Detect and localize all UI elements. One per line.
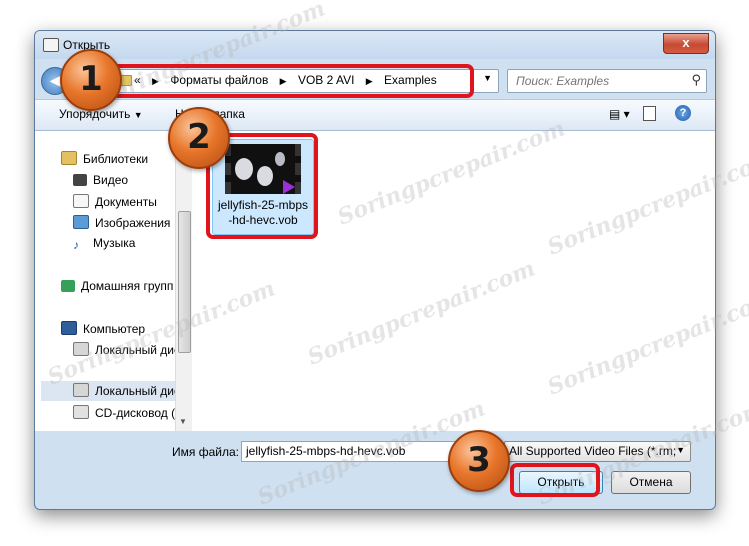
images-icon xyxy=(73,215,89,229)
nav-item-label: Компьютер xyxy=(83,322,146,336)
video-thumbnail xyxy=(225,144,301,194)
nav-item-images[interactable]: Изображения xyxy=(73,215,170,230)
nav-item-label: Домашняя групп xyxy=(81,279,174,293)
step-badge-2: 2 xyxy=(168,107,230,169)
local-disk-icon xyxy=(73,342,89,356)
file-name-line: jellyfish-25-mbps xyxy=(217,198,309,212)
breadcrumb-overflow[interactable]: « xyxy=(134,73,141,87)
dialog-footer: Имя файла: jellyfish-25-mbps-hd-hevc.vob… xyxy=(35,431,715,509)
search-input[interactable] xyxy=(514,73,683,89)
video-play-icon xyxy=(283,180,295,194)
jellyfish-shape xyxy=(275,152,285,166)
chevron-down-icon: ▼ xyxy=(676,445,685,455)
nav-item-label: Локальный дис xyxy=(95,343,175,357)
nav-item-local-disk-selected[interactable]: Локальный дис xyxy=(41,381,175,401)
nav-item-computer[interactable]: Компьютер xyxy=(61,321,145,336)
scrollbar-thumb[interactable] xyxy=(178,211,191,353)
toolbar: Упорядочить ▼ Новая папка ▤ ▾ ? xyxy=(35,99,715,131)
jellyfish-shape xyxy=(257,166,273,186)
video-icon xyxy=(73,174,87,186)
open-file-dialog: Открыть x ◀ « ▶ Форматы файлов ▶ VOB 2 A… xyxy=(34,30,716,510)
nav-item-label: Видео xyxy=(93,173,129,187)
content-area: Библиотеки Видео Документы Изображения ♪… xyxy=(35,131,715,431)
app-icon xyxy=(43,38,59,52)
nav-item-libraries[interactable]: Библиотеки xyxy=(61,151,148,166)
breadcrumb-item[interactable]: Examples xyxy=(384,73,437,87)
nav-item-label: Изображения xyxy=(95,216,171,230)
nav-item-label: CD-дисковод (H xyxy=(95,406,175,420)
chevron-down-icon: ▼ xyxy=(133,110,143,120)
nav-item-video[interactable]: Видео xyxy=(73,173,128,187)
file-name-line: -hd-hevc.vob xyxy=(228,213,298,227)
music-icon: ♪ xyxy=(73,238,87,252)
file-type-select[interactable]: All Supported Video Files (*.rm; ▼ xyxy=(504,441,691,462)
chevron-right-icon[interactable]: ▶ xyxy=(358,76,381,87)
breadcrumb: « ▶ Форматы файлов ▶ VOB 2 AVI ▶ Example… xyxy=(134,73,437,87)
open-button[interactable]: Открыть xyxy=(519,471,603,494)
file-item[interactable]: jellyfish-25-mbps -hd-hevc.vob xyxy=(212,139,314,235)
documents-icon xyxy=(73,194,89,208)
preview-pane-icon[interactable] xyxy=(643,106,656,121)
chevron-right-icon[interactable]: ▶ xyxy=(144,76,167,87)
nav-item-cd-drive[interactable]: CD-дисковод (H xyxy=(73,405,175,420)
address-bar[interactable]: « ▶ Форматы файлов ▶ VOB 2 AVI ▶ Example… xyxy=(117,69,499,93)
cancel-button[interactable]: Отмена xyxy=(611,471,691,494)
scroll-down-icon[interactable]: ▼ xyxy=(179,417,187,426)
help-icon[interactable]: ? xyxy=(675,105,691,121)
jellyfish-shape xyxy=(235,158,253,180)
chevron-down-icon[interactable]: ▼ xyxy=(483,73,492,83)
nav-item-label: Библиотеки xyxy=(83,152,149,166)
filename-label: Имя файла: xyxy=(172,445,239,459)
file-type-value: All Supported Video Files (*.rm; xyxy=(509,444,677,458)
file-name: jellyfish-25-mbps -hd-hevc.vob xyxy=(213,198,313,228)
file-list: jellyfish-25-mbps -hd-hevc.vob xyxy=(192,131,715,431)
nav-item-label: Локальный дис xyxy=(95,384,175,398)
search-icon[interactable]: ⚲ xyxy=(691,72,701,88)
navigation-bar: ◀ « ▶ Форматы файлов ▶ VOB 2 AVI ▶ Examp… xyxy=(35,59,715,99)
search-box[interactable]: ⚲ xyxy=(507,69,707,93)
nav-item-label: Документы xyxy=(95,195,157,209)
nav-item-documents[interactable]: Документы xyxy=(73,194,157,209)
close-button[interactable]: x xyxy=(663,33,709,54)
chevron-right-icon[interactable]: ▶ xyxy=(272,76,295,87)
local-disk-icon xyxy=(73,383,89,397)
step-badge-3: 3 xyxy=(448,430,510,492)
view-options-icon[interactable]: ▤ ▾ xyxy=(609,107,630,121)
breadcrumb-item[interactable]: VOB 2 AVI xyxy=(298,73,354,87)
computer-icon xyxy=(61,321,77,335)
nav-item-label: Музыка xyxy=(93,236,136,250)
breadcrumb-item[interactable]: Форматы файлов xyxy=(170,73,268,87)
homegroup-icon xyxy=(61,280,75,292)
nav-item-music[interactable]: ♪ Музыка xyxy=(73,236,136,252)
cd-drive-icon xyxy=(73,405,89,419)
titlebar: Открыть x xyxy=(35,31,715,59)
nav-item-homegroup[interactable]: Домашняя групп xyxy=(61,279,173,293)
libraries-icon xyxy=(61,151,77,165)
navigation-pane: Библиотеки Видео Документы Изображения ♪… xyxy=(35,131,175,431)
nav-item-local-disk[interactable]: Локальный дис xyxy=(73,342,175,357)
step-badge-1: 1 xyxy=(60,49,122,111)
nav-pane-scrollbar[interactable]: ▲ ▼ xyxy=(175,131,192,431)
